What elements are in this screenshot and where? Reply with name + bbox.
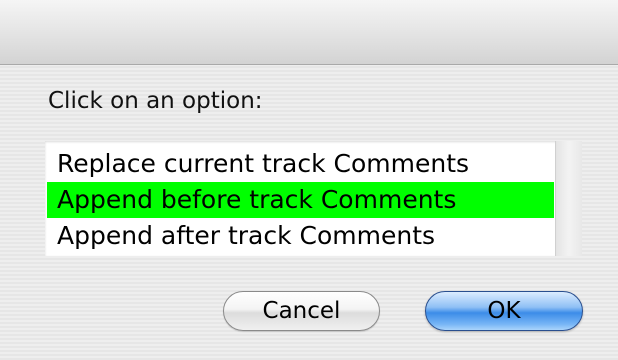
options-listbox[interactable]: Replace current track Comments Append be… xyxy=(45,141,582,256)
list-item-replace-current[interactable]: Replace current track Comments xyxy=(47,146,554,182)
list-scrollbar[interactable] xyxy=(555,141,582,256)
cancel-button[interactable]: Cancel xyxy=(223,291,380,331)
options-list: Replace current track Comments Append be… xyxy=(47,146,554,254)
list-item-append-after[interactable]: Append after track Comments xyxy=(47,218,554,254)
prompt-label: Click on an option: xyxy=(48,88,263,114)
window-titlebar[interactable] xyxy=(0,0,618,65)
list-item-append-before[interactable]: Append before track Comments xyxy=(47,182,554,218)
ok-button[interactable]: OK xyxy=(425,291,583,331)
